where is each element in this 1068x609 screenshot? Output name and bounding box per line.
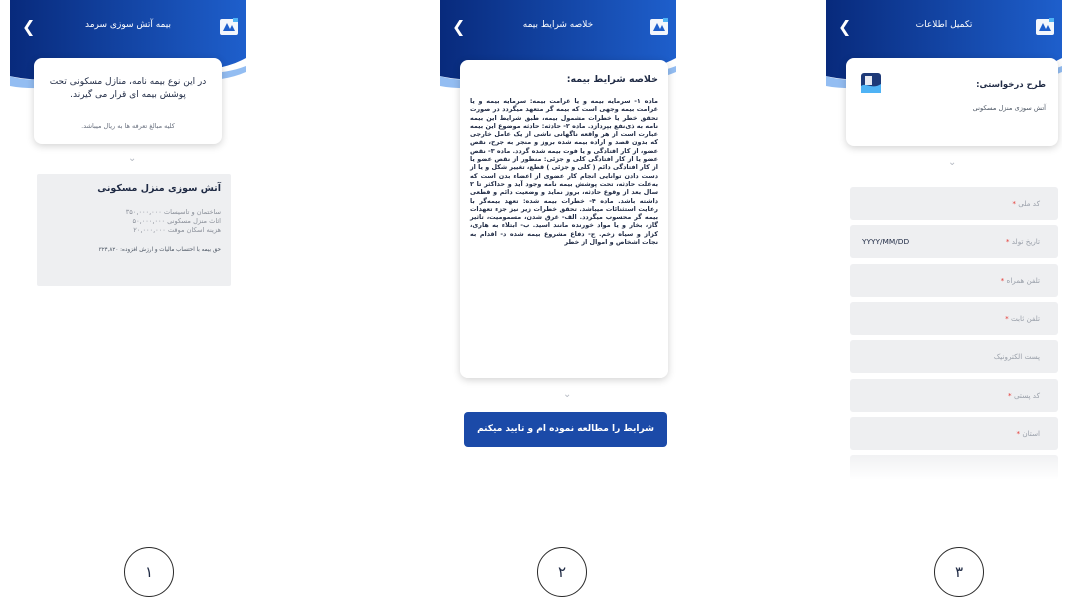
- coverage-row: ساختمان و تاسیسات ۳۵۰,۰۰۰,۰۰۰: [125, 208, 221, 216]
- field-label: تاریخ تولد: [1011, 237, 1040, 246]
- terms-body: ماده ۱- سرمایه بیمه و یا غرامت بیمه: سرم…: [470, 97, 658, 247]
- info-card: در این نوع بیمه نامه، منازل مسکونی تحت پ…: [34, 58, 222, 144]
- header-title: تکمیل اطلاعات: [915, 20, 973, 30]
- header-title: بیمه آتش سوزی سرمد: [85, 20, 171, 30]
- required-star: *: [1016, 429, 1021, 438]
- mobile-phone-field[interactable]: تلفن همراه *: [850, 264, 1058, 297]
- plan-value: آتش سوزی منزل مسکونی: [972, 104, 1046, 112]
- screen-fire-insurance: ❮ بیمه آتش سوزی سرمد در این نوع بیمه نام…: [10, 0, 246, 512]
- screen-complete-info: ❮ تکمیل اطلاعات طرح درخواستی: آتش سوزی م…: [826, 0, 1062, 512]
- app-logo-icon: [1036, 18, 1054, 35]
- step-number-badge: ۱: [124, 547, 174, 597]
- chevron-down-icon[interactable]: ⌄: [563, 390, 571, 400]
- chevron-down-icon[interactable]: ⌄: [128, 154, 136, 164]
- insurance-plan-icon: [861, 73, 881, 93]
- screen-terms-summary: ❮ خلاصه شرایط بیمه خلاصه شرایط بیمه: ماد…: [440, 0, 676, 512]
- form-fade-overlay: [850, 450, 1058, 480]
- chevron-down-icon[interactable]: ⌄: [948, 158, 956, 168]
- plan-card[interactable]: آتش سوزی منزل مسکونی ساختمان و تاسیسات ۳…: [37, 174, 231, 286]
- selected-plan-card: طرح درخواستی: آتش سوزی منزل مسکونی: [846, 58, 1058, 146]
- province-field[interactable]: استان *: [850, 417, 1058, 450]
- coverage-row: هزینه اسکان موقت ۲۰,۰۰۰,۰۰۰: [133, 226, 221, 234]
- back-arrow-icon[interactable]: ❮: [22, 19, 35, 35]
- app-logo-icon: [220, 18, 238, 35]
- premium-total: حق بیمه با احتساب مالیات و ارزش افزوده: …: [98, 247, 221, 253]
- required-star: *: [1012, 199, 1016, 208]
- terms-title: خلاصه شرایط بیمه:: [566, 74, 658, 85]
- field-label: تلفن ثابت: [1010, 314, 1040, 323]
- app-logo-icon: [650, 18, 668, 35]
- plan-label: طرح درخواستی:: [976, 80, 1046, 90]
- field-label: کد ملی: [1018, 199, 1040, 208]
- coverage-row: اثاث منزل مسکونی ۵۰,۰۰۰,۰۰۰: [132, 217, 221, 225]
- national-code-field[interactable]: کد ملی *: [850, 187, 1058, 220]
- back-arrow-icon[interactable]: ❮: [838, 19, 851, 35]
- required-star: *: [1005, 314, 1009, 323]
- email-field[interactable]: پست الکترونیک: [850, 340, 1058, 373]
- step-number-badge: ۳: [934, 547, 984, 597]
- back-arrow-icon[interactable]: ❮: [452, 19, 465, 35]
- required-star: *: [1005, 237, 1010, 246]
- field-label: پست الکترونیک: [993, 352, 1040, 361]
- step-number-badge: ۲: [537, 547, 587, 597]
- header-title: خلاصه شرایط بیمه: [522, 20, 594, 30]
- required-star: *: [1000, 276, 1005, 285]
- birth-date-field[interactable]: YYYY/MM/DD تاریخ تولد *: [850, 225, 1058, 258]
- field-label: تلفن همراه: [1006, 276, 1040, 285]
- required-star: *: [1008, 391, 1012, 400]
- postal-code-field[interactable]: کد پستی *: [850, 379, 1058, 412]
- date-placeholder: YYYY/MM/DD: [862, 237, 910, 246]
- plan-coverage-list: ساختمان و تاسیسات ۳۵۰,۰۰۰,۰۰۰ اثاث منزل …: [47, 208, 221, 235]
- currency-note: کلیه مبالغ تعرفه ها به ریال میباشد.: [81, 122, 175, 130]
- plan-title: آتش سوزی منزل مسکونی: [97, 183, 221, 194]
- landline-phone-field[interactable]: تلفن ثابت *: [850, 302, 1058, 335]
- confirm-terms-button[interactable]: شرایط را مطالعه نموده ام و تایید میکنم: [464, 412, 667, 447]
- info-text: در این نوع بیمه نامه، منازل مسکونی تحت پ…: [49, 77, 207, 100]
- terms-fade-overlay: [460, 330, 668, 378]
- field-label: استان: [1022, 429, 1040, 438]
- field-label: کد پستی: [1013, 391, 1040, 400]
